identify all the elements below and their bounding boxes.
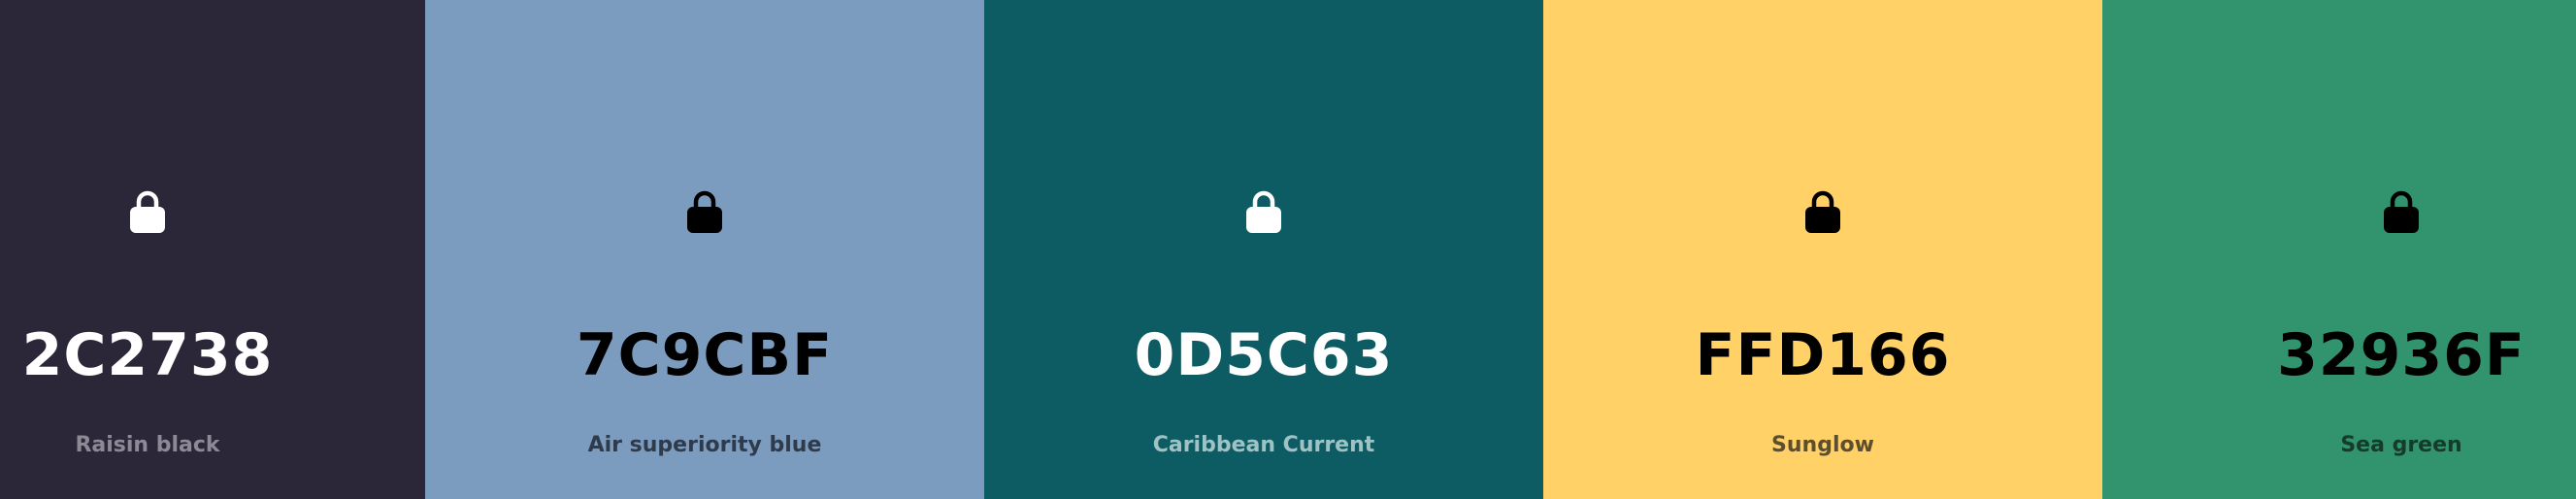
lock-icon[interactable] (129, 189, 166, 234)
lock-icon[interactable] (2383, 189, 2420, 234)
lock-icon[interactable] (1245, 189, 1282, 234)
color-swatch-sea-green[interactable]: 32936F Sea green (2102, 0, 2576, 499)
lock-icon[interactable] (1804, 189, 1841, 234)
hex-code[interactable]: 7C9CBF (577, 320, 833, 390)
color-swatch-air-superiority-blue[interactable]: 7C9CBF Air superiority blue (425, 0, 984, 499)
color-name: Sea green (2340, 433, 2462, 457)
hex-code[interactable]: 2C2738 (22, 320, 274, 390)
color-name: Sunglow (1771, 433, 1874, 457)
hex-code[interactable]: FFD166 (1695, 320, 1950, 390)
hex-code[interactable]: 32936F (2277, 320, 2526, 390)
color-palette: 2C2738 Raisin black 7C9CBF Air superiori… (0, 0, 2576, 499)
color-swatch-sunglow[interactable]: FFD166 Sunglow (1543, 0, 2102, 499)
color-swatch-raisin-black[interactable]: 2C2738 Raisin black (0, 0, 425, 499)
color-name: Raisin black (75, 433, 220, 457)
color-name: Caribbean Current (1152, 433, 1375, 457)
color-swatch-caribbean-current[interactable]: 0D5C63 Caribbean Current (984, 0, 1543, 499)
color-name: Air superiority blue (587, 433, 822, 457)
hex-code[interactable]: 0D5C63 (1135, 320, 1394, 390)
lock-icon[interactable] (686, 189, 723, 234)
